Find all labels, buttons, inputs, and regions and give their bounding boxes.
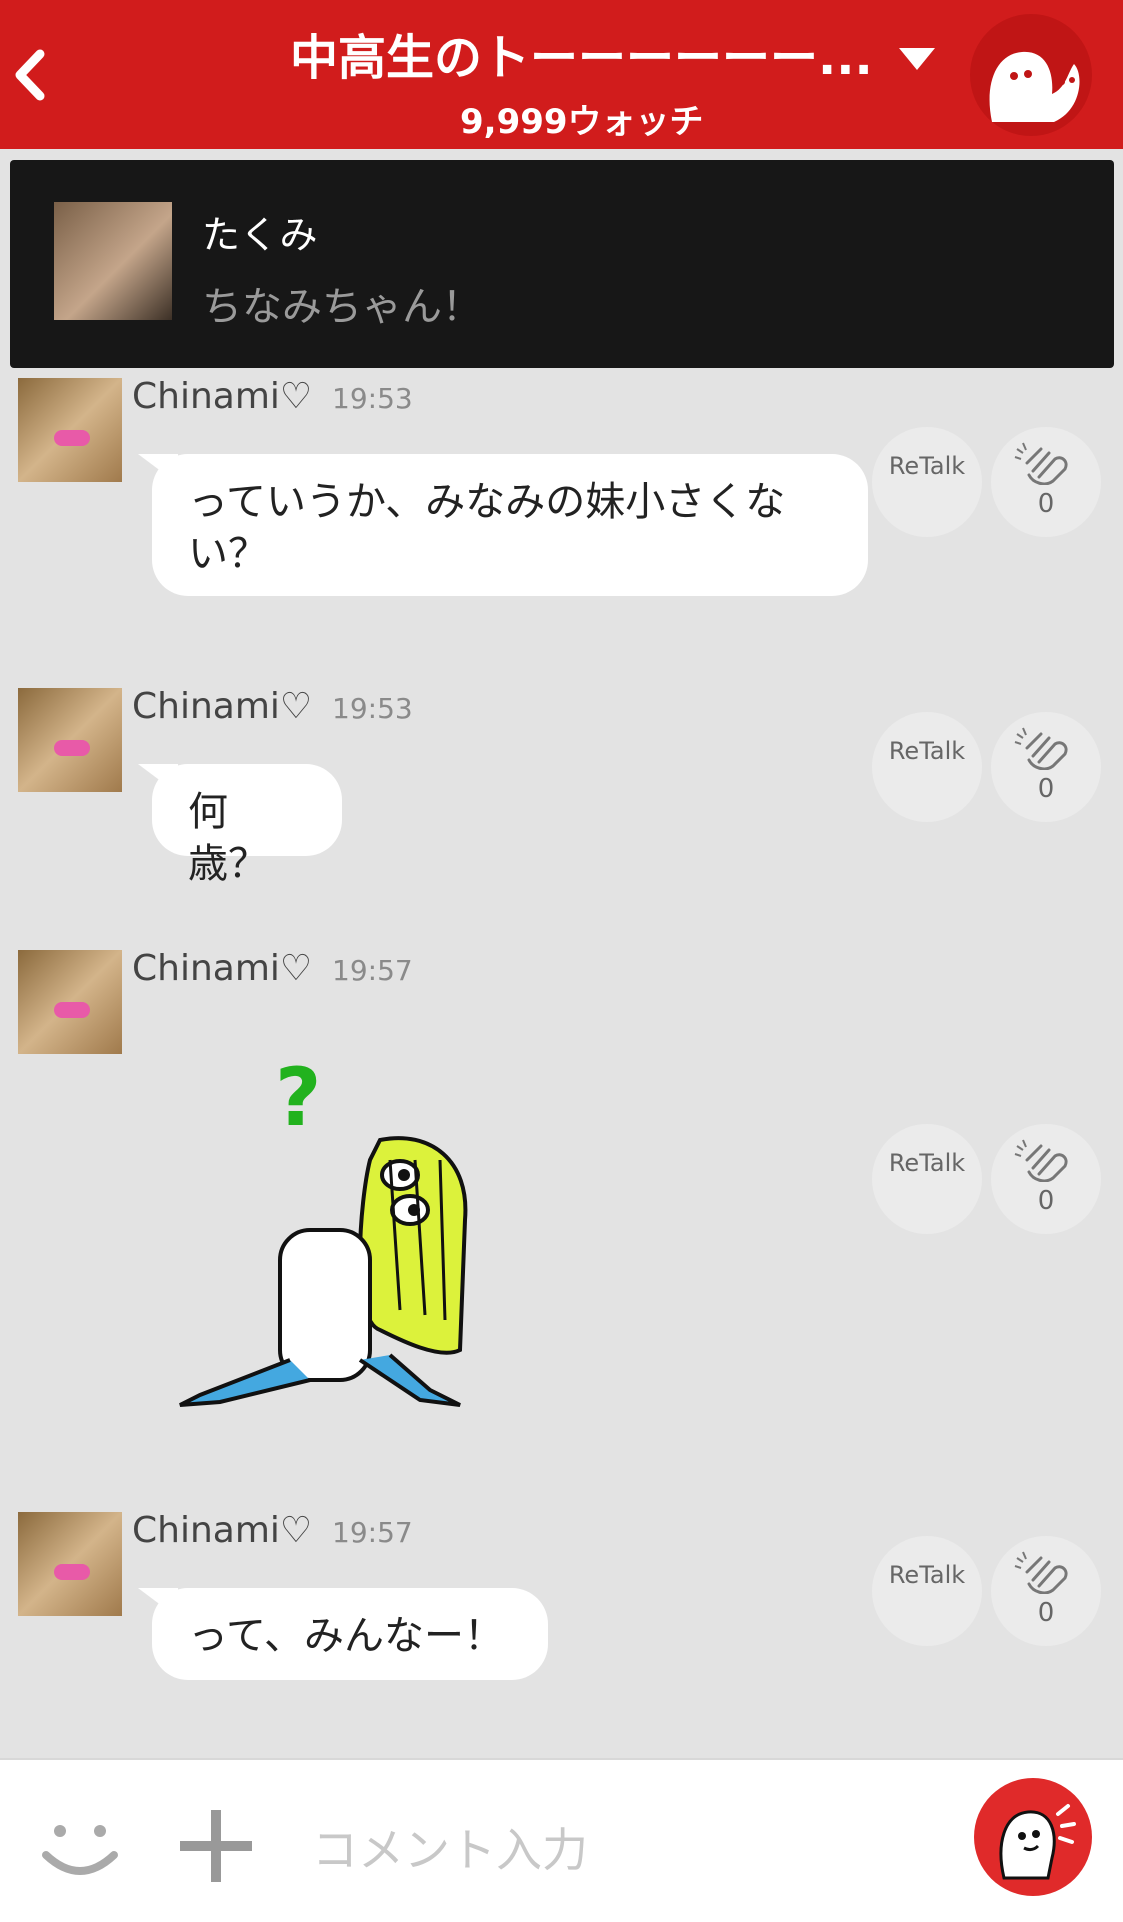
message-text: 何歳？ — [188, 789, 268, 887]
retalk-button[interactable]: ReTalk — [872, 427, 982, 537]
sender-name: Chinami♡ — [132, 948, 313, 989]
message-text: って、みんなー！ — [188, 1613, 504, 1659]
clap-count: 0 — [1037, 1186, 1055, 1216]
avatar[interactable] — [18, 378, 122, 482]
comment-input-bar: コメント入力 — [0, 1758, 1123, 1922]
triangle-down-icon — [899, 48, 935, 70]
clap-count: 0 — [1037, 774, 1055, 804]
message-text: っていうか、みなみの妹小さくない？ — [188, 479, 786, 577]
clap-count: 0 — [1037, 1598, 1055, 1628]
sender-name: Chinami♡ — [132, 376, 313, 417]
message-time: 19:53 — [332, 382, 413, 415]
clap-button[interactable]: 0 — [991, 1536, 1101, 1646]
avatar[interactable] — [18, 688, 122, 792]
app-header: 中高生のトーーーーーー... 9,999ウォッチ — [0, 0, 1123, 149]
message-bubble[interactable]: っていうか、みなみの妹小さくない？ — [138, 454, 868, 596]
room-dropdown-button[interactable] — [897, 44, 937, 74]
ghost-mascot-icon — [989, 51, 1080, 122]
message-bubble[interactable]: 何歳？ — [138, 764, 342, 887]
message-time: 19:57 — [332, 954, 413, 987]
retalk-button[interactable]: ReTalk — [872, 712, 982, 822]
question-character-sticker[interactable]: ? — [160, 1050, 490, 1420]
chevron-left-icon — [15, 49, 45, 101]
add-attachment-button[interactable] — [178, 1808, 254, 1884]
message-time: 19:57 — [332, 1516, 413, 1549]
clap-icon — [1014, 1551, 1068, 1594]
notification-message: ちなみちゃん！ — [202, 284, 482, 330]
comment-input[interactable]: コメント入力 — [312, 1814, 588, 1880]
talk-mascot-icon — [999, 1804, 1076, 1880]
smile-icon — [42, 1825, 118, 1875]
avatar[interactable] — [18, 1512, 122, 1616]
room-menu-button[interactable] — [970, 14, 1092, 136]
message-time: 19:53 — [332, 692, 413, 725]
notification-banner[interactable]: たくみ ちなみちゃん！ — [10, 160, 1114, 368]
room-title[interactable]: 中高生のトーーーーーー... — [290, 18, 890, 88]
svg-text:?: ? — [275, 1051, 321, 1144]
clap-icon — [1014, 1139, 1068, 1182]
notification-avatar — [54, 202, 172, 320]
back-button[interactable] — [10, 40, 50, 110]
clap-icon — [1014, 442, 1068, 485]
clap-button[interactable]: 0 — [991, 1124, 1101, 1234]
talk-send-button[interactable] — [974, 1778, 1092, 1896]
avatar[interactable] — [18, 950, 122, 1054]
retalk-button[interactable]: ReTalk — [872, 1124, 982, 1234]
retalk-button[interactable]: ReTalk — [872, 1536, 982, 1646]
message-bubble[interactable]: って、みんなー！ — [138, 1588, 548, 1680]
clap-button[interactable]: 0 — [991, 427, 1101, 537]
plus-icon — [180, 1810, 252, 1882]
watch-count: 9,999ウォッチ — [460, 102, 704, 142]
sender-name: Chinami♡ — [132, 686, 313, 727]
notification-sender: たくみ — [202, 213, 318, 257]
clap-icon — [1014, 727, 1068, 770]
clap-button[interactable]: 0 — [991, 712, 1101, 822]
sender-name: Chinami♡ — [132, 1510, 313, 1551]
emoji-button[interactable] — [40, 1805, 120, 1885]
clap-count: 0 — [1037, 489, 1055, 519]
